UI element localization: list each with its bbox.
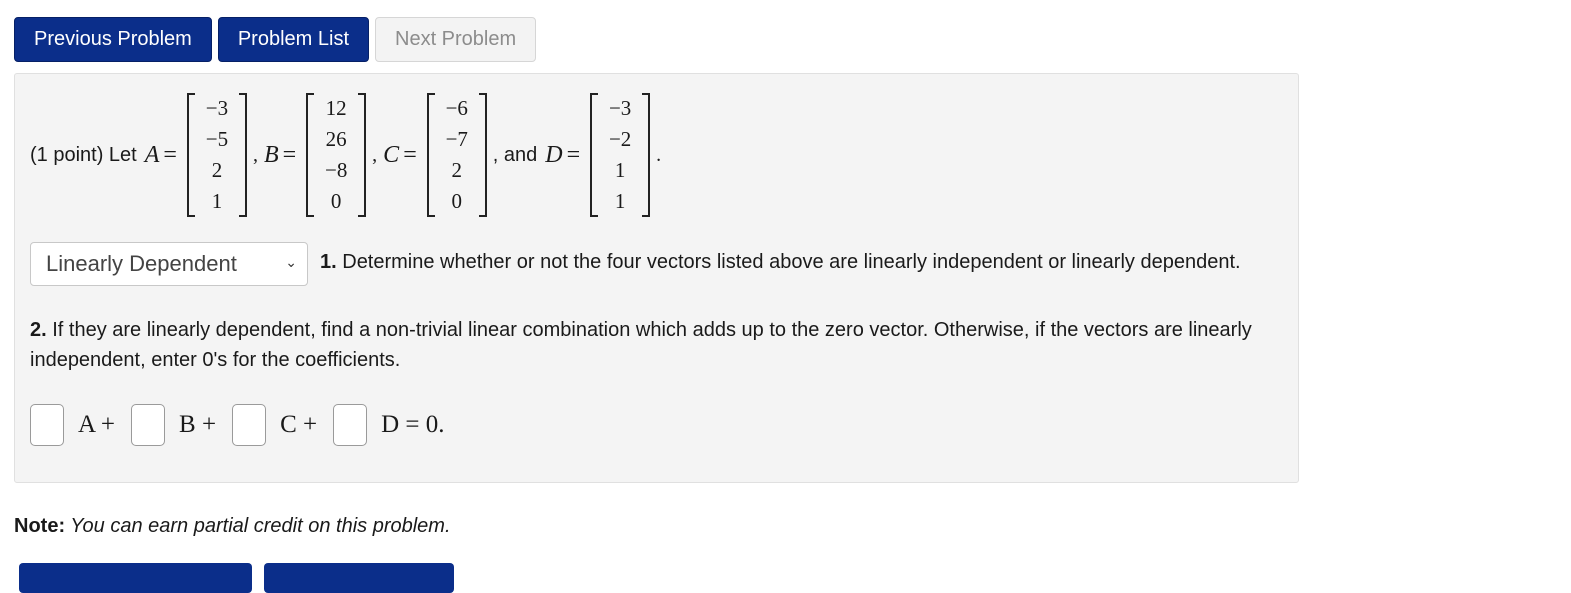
matrix-b-name: B [263, 141, 279, 168]
matrix-c-cell: 0 [451, 189, 462, 213]
matrix-b-cell: 0 [330, 189, 342, 213]
note-text: You can earn partial credit on this prob… [65, 515, 451, 537]
matrix-d-cell: 1 [614, 158, 626, 182]
problem-navigation: Previous Problem Problem List Next Probl… [14, 17, 537, 62]
partial-credit-note: Note: You can earn partial credit on thi… [14, 515, 451, 538]
question-2-number: 2. [30, 319, 47, 341]
point-label: (1 point) Let [30, 143, 137, 166]
secondary-action-button[interactable] [264, 563, 454, 593]
coefficient-a-input[interactable] [30, 404, 64, 446]
matrix-b-cell: 12 [325, 96, 347, 120]
note-label: Note: [14, 515, 66, 537]
matrix-d-cell: 1 [614, 189, 626, 213]
question-1-text: Determine whether or not the four vector… [336, 251, 1241, 273]
matrix-a-cell: −3 [205, 96, 229, 120]
matrix-a-cell: 1 [211, 189, 223, 213]
next-problem-button: Next Problem [375, 17, 537, 62]
and-text: , and [492, 143, 538, 166]
matrix-b-cell: −8 [325, 158, 348, 182]
term-a: A + [78, 411, 116, 438]
matrix-a: −3 −5 2 1 [186, 93, 247, 217]
comma: , [372, 143, 378, 166]
question-2-text: If they are linearly dependent, find a n… [30, 319, 1252, 371]
equals-sign: = [163, 141, 177, 168]
term-d: D = 0. [381, 411, 445, 438]
matrix-c-cell: −7 [445, 127, 468, 151]
equals-sign: = [566, 141, 581, 168]
submit-button[interactable] [19, 563, 252, 593]
matrix-c-cell: 2 [451, 158, 462, 182]
question-1: 1. Determine whether or not the four vec… [320, 251, 1241, 274]
matrix-a-cell: 2 [211, 158, 223, 182]
matrix-b: 12 26 −8 0 [306, 93, 367, 217]
equals-sign: = [403, 141, 417, 168]
matrix-c-cell: −6 [445, 96, 468, 120]
problem-box: (1 point) Let A = −3 −5 2 1 , B = 12 26 … [14, 73, 1299, 483]
dependence-select-value: Linearly Dependent [46, 251, 237, 276]
matrix-c-name: C [383, 141, 400, 168]
term-b: B + [179, 411, 217, 438]
term-c: C + [280, 411, 318, 438]
question-1-number: 1. [320, 251, 337, 273]
matrix-a-name: A [144, 141, 160, 168]
dependence-select[interactable]: Linearly Dependent ⌄ [30, 242, 308, 286]
question-2: 2. If they are linearly dependent, find … [30, 315, 1270, 375]
linear-combination: A + B + C + D = 0. [30, 404, 461, 446]
equals-sign: = [282, 141, 297, 168]
matrix-a-cell: −5 [205, 127, 229, 151]
comma: , [252, 143, 258, 166]
matrix-c: −6 −7 2 0 [426, 93, 487, 217]
previous-problem-button[interactable]: Previous Problem [14, 17, 212, 62]
matrix-d: −3 −2 1 1 [590, 93, 651, 217]
matrix-d-name: D [545, 141, 563, 168]
coefficient-c-input[interactable] [232, 404, 267, 446]
coefficient-d-input[interactable] [333, 404, 368, 446]
matrix-b-cell: 26 [325, 127, 347, 151]
matrix-d-cell: −3 [608, 96, 632, 120]
matrix-d-cell: −2 [608, 127, 632, 151]
problem-list-button[interactable]: Problem List [217, 17, 369, 62]
problem-statement: (1 point) Let A = −3 −5 2 1 , B = 12 26 … [30, 90, 661, 220]
coefficient-b-input[interactable] [131, 404, 166, 446]
period: . [656, 143, 662, 166]
chevron-down-icon: ⌄ [285, 254, 297, 270]
